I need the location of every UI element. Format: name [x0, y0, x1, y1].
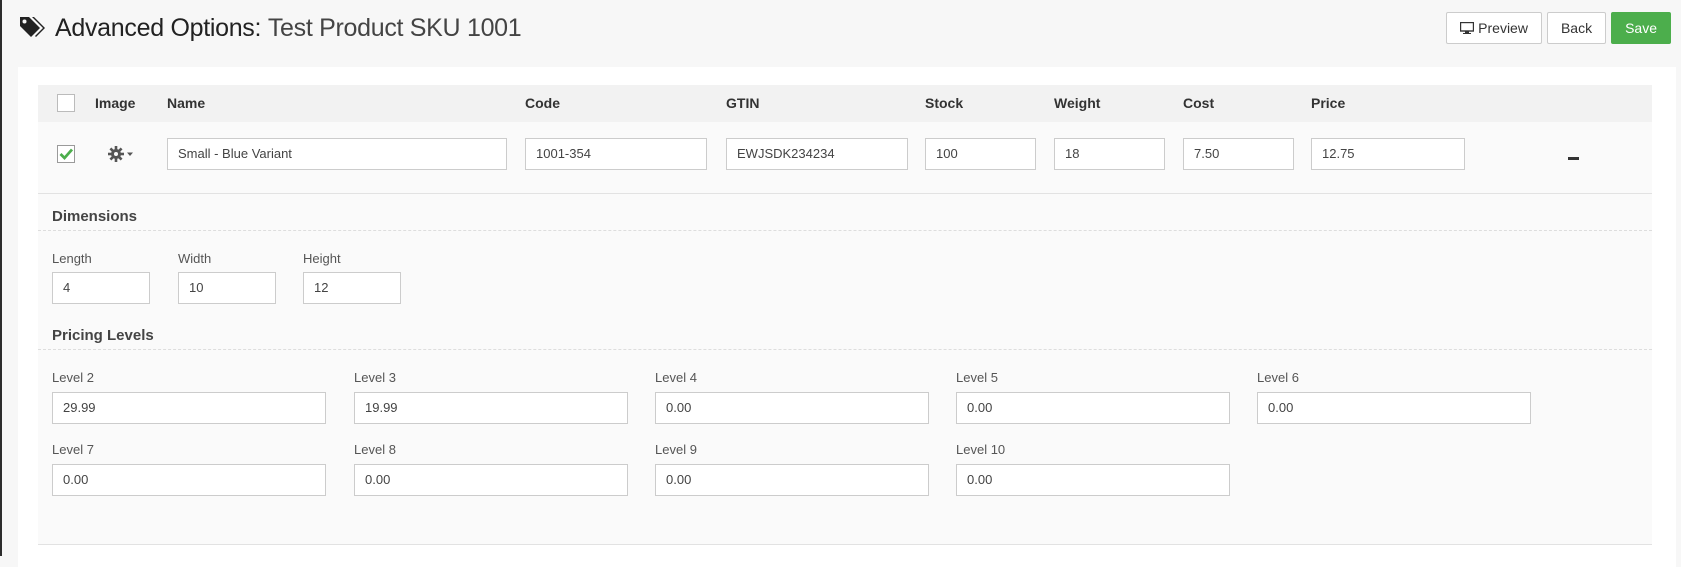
options-panel: Image Name Code GTIN Stock Weight Cost P… — [18, 67, 1676, 567]
level-5-label: Level 5 — [956, 370, 998, 385]
checkbox-icon — [59, 148, 74, 161]
preview-button[interactable]: Preview — [1446, 12, 1542, 44]
width-label: Width — [178, 251, 212, 266]
col-name: Name — [167, 95, 206, 111]
divider — [38, 349, 1652, 350]
minus-icon[interactable] — [1568, 157, 1579, 160]
gear-icon[interactable] — [108, 145, 136, 163]
length-input[interactable]: 4 — [52, 272, 150, 304]
save-button[interactable]: Save — [1611, 12, 1671, 44]
page-header: Advanced Options: Test Product SKU 1001 … — [2, 0, 1681, 62]
level-6-label: Level 6 — [1257, 370, 1299, 385]
name-input[interactable]: Small - Blue Variant — [167, 138, 507, 170]
stock-input[interactable]: 100 — [925, 138, 1036, 170]
level-5-input[interactable]: 0.00 — [956, 392, 1230, 424]
code-input[interactable]: 1001-354 — [525, 138, 707, 170]
height-label: Height — [303, 251, 341, 266]
gtin-input[interactable]: EWJSDK234234 — [726, 138, 908, 170]
level-2-input[interactable]: 29.99 — [52, 392, 326, 424]
level-4-input[interactable]: 0.00 — [655, 392, 929, 424]
level-4-label: Level 4 — [655, 370, 697, 385]
level-3-label: Level 3 — [354, 370, 396, 385]
col-cost: Cost — [1183, 95, 1215, 111]
row-checkbox[interactable] — [57, 145, 75, 163]
dimensions-title: Dimensions — [52, 208, 138, 225]
level-7-input[interactable]: 0.00 — [52, 464, 326, 496]
col-stock: Stock — [925, 95, 964, 111]
level-6-input[interactable]: 0.00 — [1257, 392, 1531, 424]
level-3-input[interactable]: 19.99 — [354, 392, 628, 424]
length-label: Length — [52, 251, 92, 266]
col-price: Price — [1311, 95, 1346, 111]
monitor-icon — [1460, 22, 1475, 34]
weight-input[interactable]: 18 — [1054, 138, 1165, 170]
page-title-prefix: Advanced Options: — [55, 14, 262, 42]
level-9-label: Level 9 — [655, 442, 697, 457]
preview-button-label: Preview — [1478, 20, 1528, 36]
page-title: Advanced Options: Test Product SKU 1001 — [55, 12, 522, 44]
col-weight: Weight — [1054, 95, 1101, 111]
level-10-input[interactable]: 0.00 — [956, 464, 1230, 496]
pricing-levels-title: Pricing Levels — [52, 327, 154, 344]
level-10-label: Level 10 — [956, 442, 1006, 457]
col-code: Code — [525, 95, 560, 111]
height-input[interactable]: 12 — [303, 272, 401, 304]
cost-input[interactable]: 7.50 — [1183, 138, 1294, 170]
col-gtin: GTIN — [726, 95, 760, 111]
width-input[interactable]: 10 — [178, 272, 276, 304]
level-8-label: Level 8 — [354, 442, 396, 457]
level-8-input[interactable]: 0.00 — [354, 464, 628, 496]
page-title-product: Test Product SKU 1001 — [267, 14, 522, 42]
table-row: Small - Blue Variant 1001-354 EWJSDK2342… — [38, 122, 1652, 194]
level-2-label: Level 2 — [52, 370, 94, 385]
table-header: Image Name Code GTIN Stock Weight Cost P… — [38, 85, 1652, 122]
back-button[interactable]: Back — [1546, 12, 1607, 44]
col-image: Image — [95, 95, 136, 111]
tags-icon — [20, 17, 45, 37]
level-7-label: Level 7 — [52, 442, 94, 457]
header-actions: Preview Back Save — [1446, 12, 1671, 44]
price-input[interactable]: 12.75 — [1311, 138, 1465, 170]
level-9-input[interactable]: 0.00 — [655, 464, 929, 496]
variant-card: Image Name Code GTIN Stock Weight Cost P… — [38, 85, 1652, 545]
select-all-checkbox[interactable] — [57, 94, 75, 112]
divider — [38, 230, 1652, 231]
